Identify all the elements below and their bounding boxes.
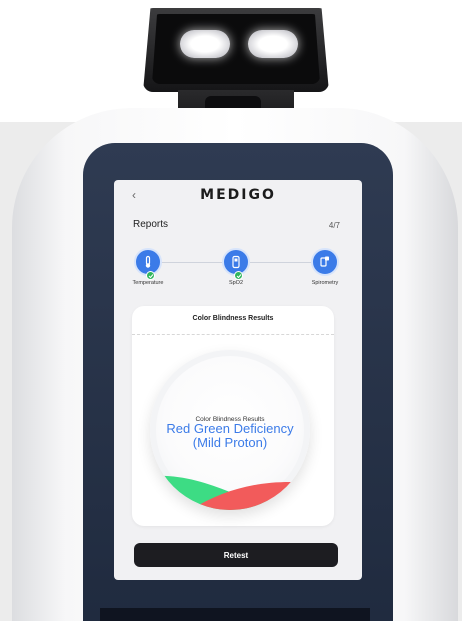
results-card-title: Color Blindness Results xyxy=(192,315,274,322)
card-divider xyxy=(132,334,334,335)
check-icon xyxy=(234,271,243,280)
result-text-line-1: Red Green Deficiency xyxy=(166,421,294,436)
step-temperature[interactable]: Temperature xyxy=(118,248,178,286)
thermometer-icon xyxy=(145,255,151,268)
back-button[interactable]: ‹ xyxy=(132,188,144,202)
spirometer-icon xyxy=(320,256,329,267)
kiosk-eye-left xyxy=(180,30,230,58)
step-temperature-label: Temperature xyxy=(132,280,164,286)
step-spirometry-label: Spirometry xyxy=(311,280,339,286)
retest-button[interactable]: Retest xyxy=(134,543,338,567)
step-spirometry[interactable]: Spirometry xyxy=(295,248,355,286)
check-icon xyxy=(146,271,155,280)
medigo-logo: MEDIGO xyxy=(200,187,276,203)
page-title: Reports xyxy=(133,219,169,230)
progress-counter: 4/7 xyxy=(328,221,340,230)
kiosk-eye-right xyxy=(248,30,298,58)
kiosk-bottom-slot xyxy=(100,608,370,621)
step-spo2-circle[interactable] xyxy=(222,248,250,280)
step-spo2[interactable]: SpO2 xyxy=(206,248,266,286)
step-spirometry-circle[interactable] xyxy=(311,248,339,276)
result-dial: Color Blindness Results Red Green Defici… xyxy=(150,350,310,510)
pulse-oximeter-icon xyxy=(232,255,240,269)
step-temperature-circle[interactable] xyxy=(134,248,162,280)
step-spo2-label: SpO2 xyxy=(228,280,244,286)
color-wave-graphic xyxy=(150,475,310,510)
result-text-line-2: (Mild Proton) xyxy=(192,435,268,450)
